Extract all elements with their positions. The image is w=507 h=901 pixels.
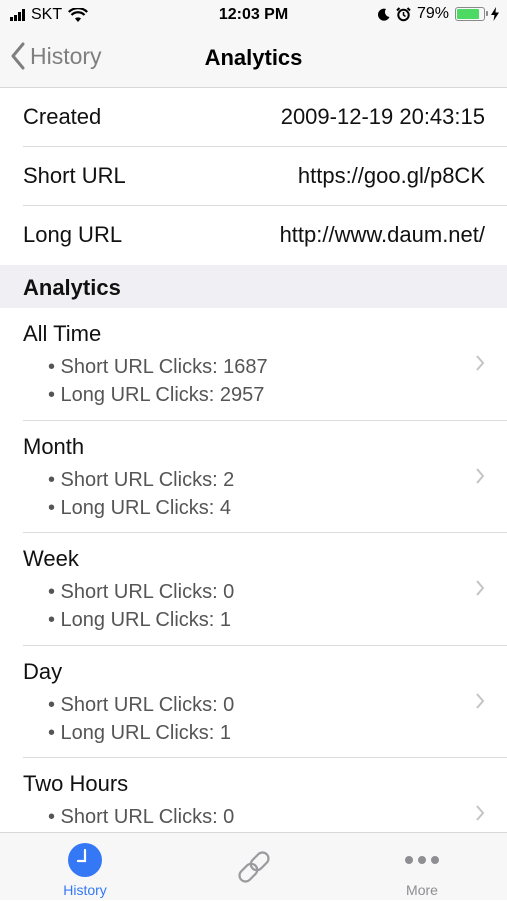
long-url-clicks: • Long URL Clicks: 4: [48, 496, 231, 519]
period-title: Month: [23, 433, 85, 459]
chevron-right-icon: [476, 805, 485, 821]
short-url-row: Short URL https://goo.gl/p8CK: [0, 147, 507, 206]
tab-history[interactable]: History: [25, 833, 145, 901]
section-header-label: Analytics: [23, 275, 121, 300]
short-url-clicks: • Short URL Clicks: 1687: [48, 356, 268, 378]
long-url-label: Long URL: [23, 222, 123, 247]
status-right-group: 79%: [377, 5, 499, 23]
tab-bar: History More: [0, 832, 507, 900]
long-url-row: Long URL http://www.daum.net/: [0, 206, 507, 265]
tab-label: More: [406, 882, 438, 898]
analytics-row-all-time[interactable]: All Time • Short URL Clicks: 1687 • Long…: [0, 308, 507, 421]
battery-icon: [455, 7, 488, 21]
period-title: Day: [23, 658, 63, 684]
short-url-clicks: • Short URL Clicks: 0: [48, 581, 235, 603]
short-url-clicks: • Short URL Clicks: 0: [48, 693, 235, 716]
long-url-clicks: • Long URL Clicks: 1: [48, 609, 231, 631]
long-url-value: http://www.daum.net/: [279, 222, 485, 247]
chevron-right-icon: [476, 692, 485, 709]
analytics-row-week[interactable]: Week • Short URL Clicks: 0 • Long URL Cl…: [0, 533, 507, 646]
alarm-icon: [396, 6, 411, 21]
short-url-clicks: • Short URL Clicks: 0: [48, 806, 235, 828]
tab-label: History: [63, 882, 107, 898]
tab-more[interactable]: More: [362, 833, 482, 901]
short-url-label: Short URL: [23, 163, 126, 188]
long-url-clicks: • Long URL Clicks: 1: [48, 721, 231, 744]
status-bar: SKT 12:03 PM 79%: [0, 0, 507, 30]
short-url-value: https://goo.gl/p8CK: [297, 163, 485, 188]
tab-link[interactable]: [194, 833, 314, 901]
analytics-section-header: Analytics: [0, 265, 507, 308]
analytics-row-month[interactable]: Month • Short URL Clicks: 2 • Long URL C…: [0, 421, 507, 533]
charging-icon: [491, 7, 499, 21]
chevron-right-icon: [476, 580, 485, 596]
created-value: 2009-12-19 20:43:15: [280, 104, 485, 129]
more-icon: [405, 856, 439, 864]
moon-icon: [377, 8, 390, 21]
link-icon: [238, 851, 270, 883]
period-title: Two Hours: [23, 771, 129, 796]
page-title: Analytics: [204, 45, 303, 70]
clock-icon: [68, 843, 102, 877]
created-row: Created 2009-12-19 20:43:15: [0, 88, 507, 147]
chevron-right-icon: [476, 355, 485, 371]
analytics-content[interactable]: Created 2009-12-19 20:43:15 Short URL ht…: [0, 88, 507, 871]
chevron-right-icon: [476, 467, 485, 484]
long-url-clicks: • Long URL Clicks: 2957: [48, 384, 265, 406]
period-title: Week: [23, 546, 79, 571]
analytics-row-day[interactable]: Day • Short URL Clicks: 0 • Long URL Cli…: [0, 646, 507, 758]
battery-percent: 79%: [416, 5, 449, 22]
navigation-bar: History Analytics: [0, 30, 507, 88]
short-url-clicks: • Short URL Clicks: 2: [48, 468, 235, 491]
period-title: All Time: [23, 321, 102, 346]
created-label: Created: [23, 104, 102, 129]
